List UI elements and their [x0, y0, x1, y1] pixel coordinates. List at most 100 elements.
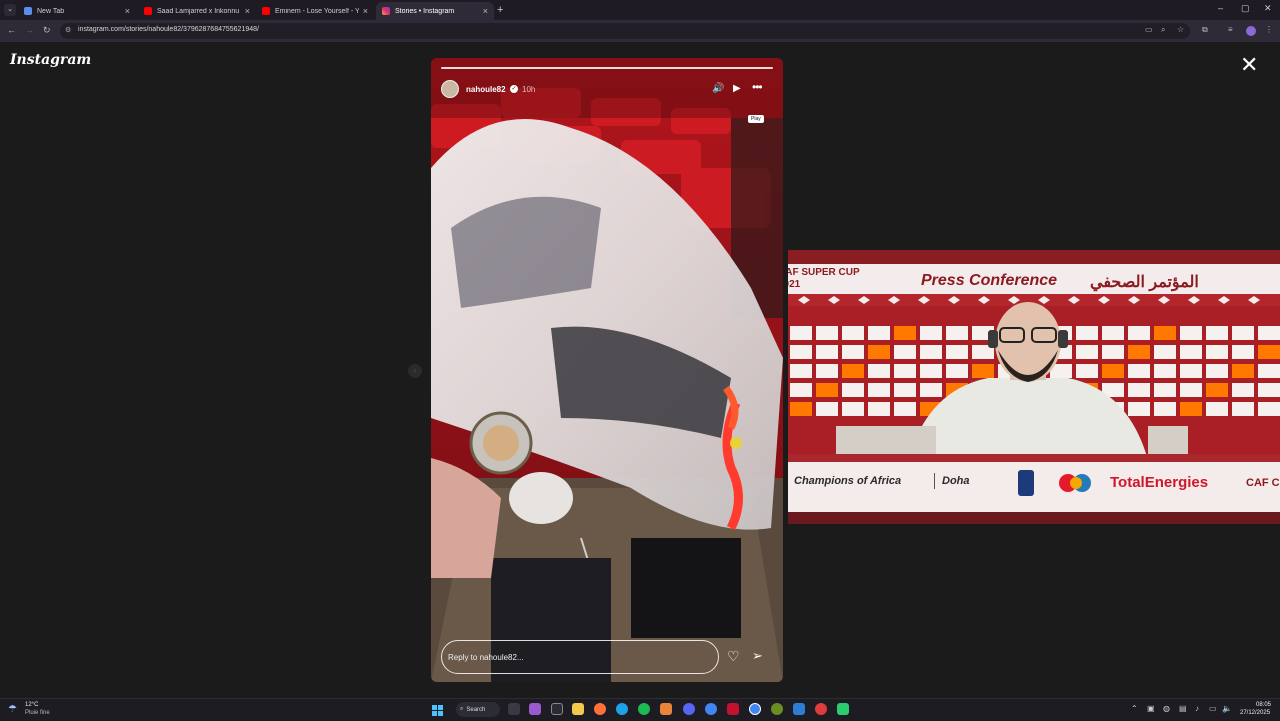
reload-button[interactable]: ↻ [43, 25, 51, 36]
sponsor-tile [1258, 364, 1280, 378]
tab-new-tab[interactable]: New Tab × [18, 2, 136, 20]
weather-icon[interactable]: ☂ [8, 704, 17, 715]
like-heart-icon[interactable]: ♡ [727, 648, 740, 665]
url-text[interactable]: instagram.com/stories/nahoule82/37962876… [78, 26, 259, 33]
install-app-icon[interactable]: ▭ [1145, 25, 1153, 34]
sponsor-tile [1076, 326, 1098, 340]
sponsor-tile [1102, 364, 1124, 378]
tab-saad-lamjarred[interactable]: Saad Lamjarred x Inkonnu x Ali × [138, 2, 256, 20]
extensions-icon[interactable]: ⧉ [1202, 25, 1208, 35]
task-view-icon[interactable] [508, 703, 520, 715]
tab-title: New Tab [37, 7, 65, 15]
search-icon: ⌕ [460, 706, 464, 712]
weather-condition[interactable]: Pluie fine [25, 710, 50, 716]
close-tab-icon[interactable]: × [245, 6, 250, 16]
press-conference-video[interactable]: CAF SUPER CUP 2021 Press Conference المؤ… [788, 250, 1280, 524]
tray-app-icon[interactable]: ▣ [1147, 704, 1155, 713]
share-send-icon[interactable]: ➢ [752, 648, 763, 664]
story-username[interactable]: nahoule82 [466, 85, 506, 94]
sponsor-tile [842, 364, 864, 378]
sponsor-tile [868, 345, 890, 359]
tab-eminem[interactable]: Eminem - Lose Yourself - YouTu × [256, 2, 374, 20]
chrome-active-icon[interactable] [749, 703, 761, 715]
tray-app-icon[interactable]: ▤ [1179, 704, 1187, 713]
tab-list-button[interactable]: ⌄ [4, 4, 16, 16]
tray-overflow-icon[interactable]: ⌃ [1131, 704, 1138, 713]
menu-icon[interactable]: ⋮ [1265, 25, 1273, 34]
spotify-icon[interactable] [638, 703, 650, 715]
maximize-button[interactable]: ▢ [1241, 3, 1250, 14]
tray-mic-icon[interactable]: ♪ [1195, 704, 1199, 713]
sponsor-tile [1128, 345, 1150, 359]
sponsor-tile [1128, 326, 1150, 340]
teams-icon[interactable] [529, 703, 541, 715]
forward-button[interactable]: → [25, 25, 34, 35]
speaker-icon[interactable]: 🔈 [1222, 704, 1232, 713]
story-viewer[interactable]: nahoule82 ✓ 10h 🔊 ▶ ••• Play Reply to na… [431, 58, 783, 682]
sponsor-tile [1076, 364, 1098, 378]
close-window-button[interactable]: ✕ [1264, 3, 1272, 14]
more-options-icon[interactable]: ••• [752, 80, 763, 94]
sponsor-tile [1232, 364, 1254, 378]
sponsor-tile [920, 326, 942, 340]
clock-time[interactable]: 08:05 [1256, 702, 1271, 708]
weather-temperature[interactable]: 12°C [25, 702, 38, 708]
site-info-icon[interactable]: ⚙ [65, 26, 71, 34]
close-tab-icon[interactable]: × [125, 6, 130, 16]
sponsor-tile [1180, 402, 1202, 416]
press-conference-title: Press Conference [921, 272, 1058, 289]
new-tab-button[interactable]: + [497, 4, 503, 16]
previous-story-button[interactable]: ‹ [408, 364, 422, 378]
sponsor-tile [1258, 345, 1280, 359]
edge-icon[interactable] [616, 703, 628, 715]
close-tab-icon[interactable]: × [363, 6, 368, 16]
sponsor-tile [894, 364, 916, 378]
sponsor-tile [1076, 345, 1098, 359]
network-icon[interactable]: ▭ [1209, 704, 1217, 713]
play-icon[interactable]: ▶ [733, 83, 741, 94]
instagram-icon [382, 7, 390, 15]
firefox-icon[interactable] [594, 703, 606, 715]
file-explorer-icon[interactable] [572, 703, 584, 715]
sponsor-tile [1154, 345, 1176, 359]
banner-divider [934, 473, 935, 489]
champions-label: Champions of Africa [794, 475, 902, 487]
taskbar-search[interactable]: ⌕ Search [456, 702, 500, 717]
app-icon[interactable] [793, 703, 805, 715]
close-tab-icon[interactable]: × [483, 6, 488, 16]
bookmark-star-icon[interactable]: ☆ [1177, 25, 1184, 34]
story-user-avatar[interactable] [441, 80, 459, 98]
side-panel-icon[interactable]: ≡ [1228, 25, 1233, 34]
zoom-icon[interactable]: ⌕ [1161, 25, 1165, 35]
windows-start-icon[interactable] [432, 703, 443, 716]
reply-input[interactable]: Reply to nahoule82... [441, 640, 719, 674]
sponsor-tile [894, 326, 916, 340]
tab-instagram-stories[interactable]: Stories • Instagram × [376, 2, 494, 20]
tray-steam-icon[interactable]: ◍ [1163, 704, 1170, 713]
app-icon[interactable] [727, 703, 739, 715]
profile-avatar[interactable] [1246, 26, 1256, 36]
sponsor-tile [816, 402, 838, 416]
sponsor-tile [894, 383, 916, 397]
app-icon[interactable] [771, 703, 783, 715]
instagram-logo[interactable]: Instagram [10, 52, 91, 68]
discord-icon[interactable] [683, 703, 695, 715]
tab-title: Saad Lamjarred x Inkonnu x Ali [157, 7, 241, 15]
vlc-icon[interactable] [660, 703, 672, 715]
city-label: Doha [942, 475, 970, 487]
snipping-icon[interactable] [551, 703, 563, 715]
chrome-icon[interactable] [705, 703, 717, 715]
volume-icon[interactable]: 🔊 [712, 83, 724, 94]
close-story-button[interactable]: ✕ [1240, 54, 1258, 76]
sponsor-tile [946, 345, 968, 359]
app-icon[interactable] [815, 703, 827, 715]
story-progress-bar [441, 67, 773, 69]
sponsor-tile [816, 326, 838, 340]
app-icon[interactable] [837, 703, 849, 715]
sponsor-tile [1180, 383, 1202, 397]
totalenergies-logo-icon [1056, 472, 1102, 494]
overlay-bottom-border [788, 512, 1280, 524]
minimize-button[interactable]: – [1218, 3, 1223, 13]
clock-date[interactable]: 27/12/2025 [1240, 710, 1270, 716]
back-button[interactable]: ← [7, 25, 16, 35]
